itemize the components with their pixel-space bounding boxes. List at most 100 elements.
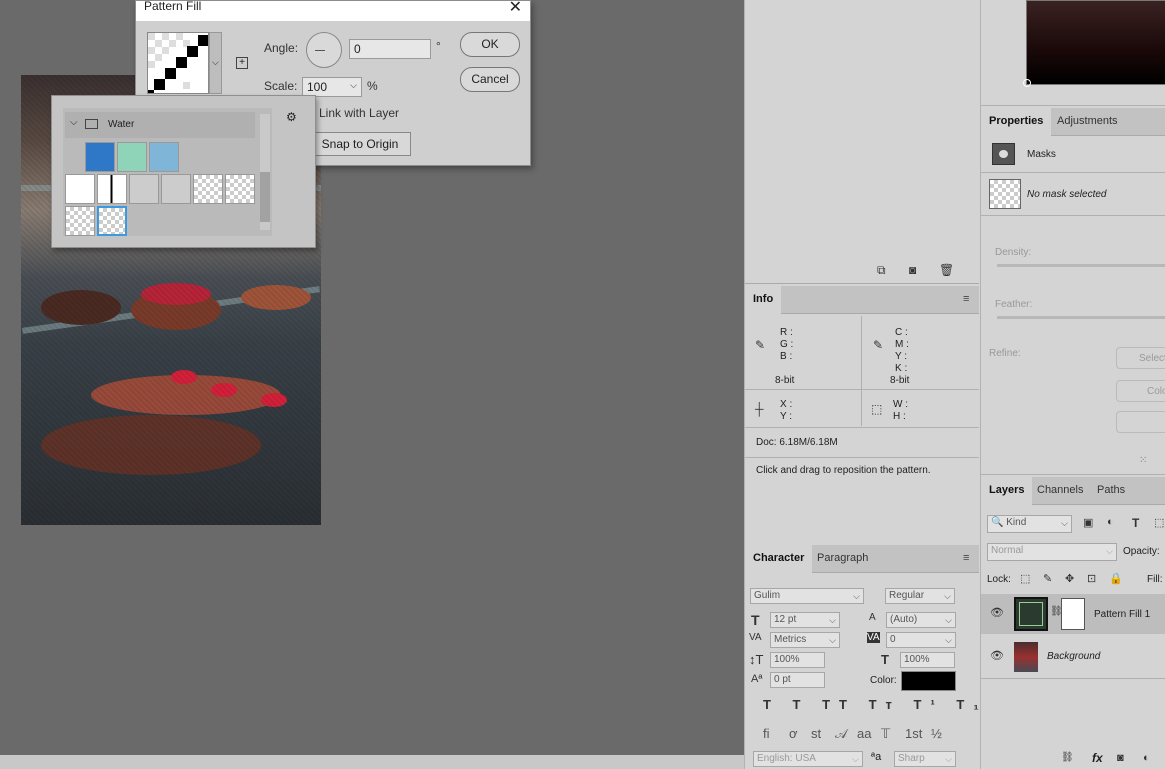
tab-adjustments[interactable]: Adjustments <box>1049 108 1126 136</box>
pattern-dropdown[interactable]: ⌵ <box>209 32 222 94</box>
selection-dots-icon[interactable]: ⁙ <box>1139 455 1147 466</box>
kerning-select[interactable]: Metrics ⌵ <box>770 632 840 648</box>
angle-dial[interactable] <box>306 32 342 68</box>
layer-filter-kind[interactable]: 🔍 Kind ⌵ <box>987 515 1072 533</box>
pattern-thumb[interactable] <box>149 142 179 172</box>
cancel-button[interactable]: Cancel <box>460 67 520 92</box>
language-select[interactable]: English: USA ⌵ <box>753 751 863 767</box>
lock-artboard-icon[interactable]: ⊡ <box>1087 572 1096 585</box>
mask-thumb[interactable] <box>989 179 1021 209</box>
image-filter-icon[interactable]: ▣ <box>1083 516 1093 529</box>
tracking-select[interactable]: 0 ⌵ <box>886 632 956 648</box>
ordinals-first[interactable]: 1st <box>905 726 922 741</box>
info-b: B : <box>780 351 793 362</box>
old-style-icon[interactable]: ơ <box>789 726 798 741</box>
baseline-shift-input[interactable]: 0 pt <box>770 672 825 688</box>
tracking-icon: VA <box>867 632 880 643</box>
tab-character[interactable]: Character <box>745 545 813 573</box>
stylistic-icon[interactable]: 𝕋 <box>881 726 890 742</box>
select-mask-button[interactable]: Select <box>1116 347 1165 369</box>
layer-thumb <box>1014 642 1038 672</box>
pattern-thumb[interactable] <box>97 174 127 204</box>
lock-transparent-icon[interactable]: ⬚ <box>1020 572 1030 585</box>
info-tabbar: Info ≡ <box>745 286 979 314</box>
folder-row[interactable]: ⌵ Water <box>65 112 255 138</box>
new-adjust-icon[interactable]: ⧉ <box>877 263 886 278</box>
pattern-thumb[interactable] <box>225 174 255 204</box>
type-style-buttons[interactable]: T T TT Tт T¹ T₁ T T <box>763 697 1038 713</box>
antialias-select[interactable]: Sharp ⌵ <box>894 751 956 767</box>
density-slider[interactable] <box>997 264 1165 267</box>
add-mask-icon[interactable]: ◙ <box>1117 752 1124 764</box>
titling-alternates[interactable]: aa <box>857 726 871 741</box>
lock-move-icon[interactable]: ✥ <box>1065 572 1074 585</box>
panel-menu-icon[interactable]: ≡ <box>963 293 969 305</box>
new-preset-icon[interactable]: + <box>236 57 248 69</box>
color-picker-field[interactable] <box>1023 0 1165 87</box>
pattern-thumb-selected[interactable] <box>97 206 127 236</box>
type-filter-icon[interactable]: T <box>1132 516 1139 530</box>
pattern-thumb[interactable] <box>85 142 115 172</box>
font-style-select[interactable]: Regular ⌵ <box>885 588 955 604</box>
divider <box>745 457 979 458</box>
ligature-st[interactable]: st <box>811 726 821 741</box>
chevron-down-icon: ⌵ <box>212 57 219 67</box>
tab-paths[interactable]: Paths <box>1089 477 1133 505</box>
lock-paint-icon[interactable]: ✎ <box>1043 572 1052 585</box>
layer-row-background[interactable]: 👁 Background <box>981 637 1165 677</box>
search-icon: 🔍 <box>991 517 1007 528</box>
blend-mode-select[interactable]: Normal ⌵ <box>987 543 1117 561</box>
horizontal-scale-input[interactable]: 100% <box>900 652 955 668</box>
language: English: USA <box>757 753 816 764</box>
tab-channels[interactable]: Channels <box>1029 477 1091 505</box>
swash-icon[interactable]: 𝒜 <box>835 726 847 742</box>
invert-button[interactable] <box>1116 411 1165 433</box>
scrollbar[interactable] <box>260 114 270 230</box>
panel-menu-icon[interactable]: ≡ <box>963 552 969 564</box>
ligature-fi[interactable]: fi <box>763 726 770 741</box>
tab-properties[interactable]: Properties <box>981 108 1052 137</box>
feather-slider[interactable] <box>997 316 1165 319</box>
pattern-picker: ⌵ Water ⚙ <box>51 95 316 248</box>
link-with-layer-checkbox[interactable]: Link with Layer <box>319 106 399 120</box>
history-panel <box>745 0 979 258</box>
tab-info[interactable]: Info <box>745 286 782 314</box>
leading-select[interactable]: (Auto) ⌵ <box>886 612 956 628</box>
camera-icon[interactable]: ◙ <box>909 263 916 277</box>
bit-depth: 8-bit <box>775 375 795 386</box>
eye-icon[interactable]: 👁 <box>990 606 1004 619</box>
gear-icon[interactable]: ⚙ <box>286 110 297 124</box>
pattern-thumb[interactable] <box>129 174 159 204</box>
ok-button[interactable]: OK <box>460 32 520 57</box>
eye-icon[interactable]: 👁 <box>990 649 1004 662</box>
tab-layers[interactable]: Layers <box>981 477 1033 506</box>
pattern-thumb[interactable] <box>161 174 191 204</box>
close-icon[interactable]: ✕ <box>509 0 522 17</box>
vertical-scale-input[interactable]: 100% <box>770 652 825 668</box>
text-color-swatch[interactable] <box>901 671 956 691</box>
kerning: Metrics <box>774 634 807 645</box>
chevron-down-icon: ⌵ <box>945 635 952 645</box>
pattern-thumb[interactable] <box>65 174 95 204</box>
pattern-thumb[interactable] <box>193 174 223 204</box>
pattern-thumb[interactable] <box>65 206 95 236</box>
fx-button[interactable]: fx <box>1092 751 1103 765</box>
trash-icon[interactable]: 🗑 <box>939 263 954 277</box>
scale-input[interactable]: 100 ⌵ <box>302 77 362 97</box>
pattern-thumb[interactable] <box>117 142 147 172</box>
layers-tabbar: Layers Channels Paths <box>981 477 1165 506</box>
adjustment-filter-icon[interactable]: ◐ <box>1107 516 1114 528</box>
lock-all-icon[interactable]: 🔒 <box>1109 572 1123 585</box>
new-fill-icon[interactable]: ◐ <box>1143 752 1150 764</box>
angle-input[interactable]: 0 <box>349 39 431 59</box>
fraction-half[interactable]: ½ <box>931 726 942 741</box>
color-range-button[interactable]: Colo <box>1116 380 1165 402</box>
font-size-select[interactable]: 12 pt ⌵ <box>770 612 840 628</box>
snap-to-origin-button[interactable]: Snap to Origin <box>309 132 411 156</box>
pattern-swatch[interactable] <box>147 32 209 94</box>
layer-row-pattern-fill[interactable]: 👁 ⛓ Pattern Fill 1 <box>981 594 1165 634</box>
font-family-select[interactable]: Gulim ⌵ <box>750 588 864 604</box>
shape-filter-icon[interactable]: ⬚ <box>1154 516 1164 529</box>
tab-paragraph[interactable]: Paragraph <box>809 545 876 573</box>
link-layers-icon[interactable]: ⛓ <box>1061 752 1074 763</box>
